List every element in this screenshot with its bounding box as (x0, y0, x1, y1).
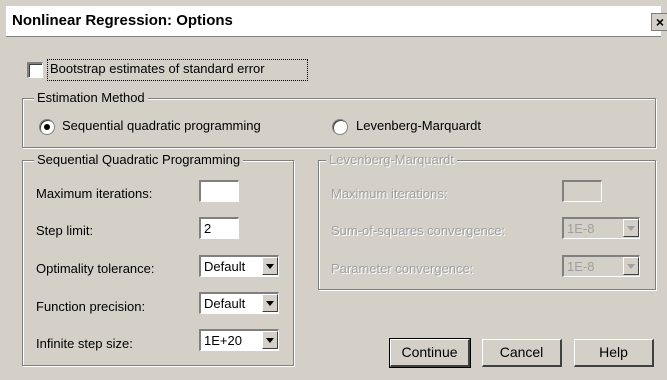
ss-convergence-label: Sum-of-squares convergence: (331, 223, 506, 238)
ss-convergence-select: 1E-8 (562, 217, 640, 239)
infinite-step-size-label: Infinite step size: (36, 336, 133, 351)
ss-convergence-value: 1E-8 (567, 221, 595, 236)
title-bar: Nonlinear Regression: Options × (6, 6, 667, 37)
step-limit-input[interactable]: 2 (199, 217, 239, 239)
step-limit-label: Step limit: (36, 223, 94, 238)
optimality-tolerance-value: Default (204, 259, 246, 274)
cancel-button[interactable]: Cancel (482, 339, 562, 367)
function-precision-label: Function precision: (36, 299, 146, 314)
continue-button[interactable]: Continue (389, 338, 471, 368)
sqp-group-title: Sequential Quadratic Programming (34, 152, 244, 167)
chevron-down-icon[interactable] (262, 294, 278, 312)
optimality-tolerance-label: Optimality tolerance: (36, 261, 155, 276)
optimality-tolerance-select[interactable]: Default (199, 255, 279, 277)
function-precision-value: Default (204, 296, 246, 311)
lm-max-iterations-input (562, 180, 602, 202)
max-iterations-label: Maximum iterations: (36, 186, 153, 201)
bootstrap-label[interactable]: Bootstrap estimates of standard error (50, 61, 265, 76)
dialog-title: Nonlinear Regression: Options (12, 12, 233, 29)
lm-group-title: Levenberg-Marquardt (326, 152, 458, 167)
param-convergence-label: Parameter convergence: (331, 261, 474, 276)
max-iterations-input[interactable] (199, 180, 239, 202)
param-convergence-select: 1E-8 (562, 255, 640, 277)
close-icon[interactable]: × (651, 13, 667, 31)
function-precision-select[interactable]: Default (199, 292, 279, 314)
chevron-down-icon (623, 257, 639, 275)
lm-max-iterations-label: Maximum iterations: (331, 186, 448, 201)
param-convergence-value: 1E-8 (567, 259, 595, 274)
bootstrap-checkbox[interactable] (27, 62, 43, 78)
radio-sqp[interactable] (39, 119, 55, 135)
chevron-down-icon (623, 219, 639, 237)
radio-lm[interactable] (332, 119, 348, 135)
radio-lm-label[interactable]: Levenberg-Marquardt (356, 118, 481, 133)
radio-sqp-label[interactable]: Sequential quadratic programming (62, 118, 261, 133)
chevron-down-icon[interactable] (262, 331, 278, 349)
options-dialog: Nonlinear Regression: Options × Bootstra… (0, 0, 667, 380)
infinite-step-size-select[interactable]: 1E+20 (199, 329, 279, 351)
help-button[interactable]: Help (574, 339, 654, 367)
chevron-down-icon[interactable] (262, 257, 278, 275)
infinite-step-size-value: 1E+20 (204, 333, 242, 348)
estimation-method-title: Estimation Method (34, 90, 148, 105)
